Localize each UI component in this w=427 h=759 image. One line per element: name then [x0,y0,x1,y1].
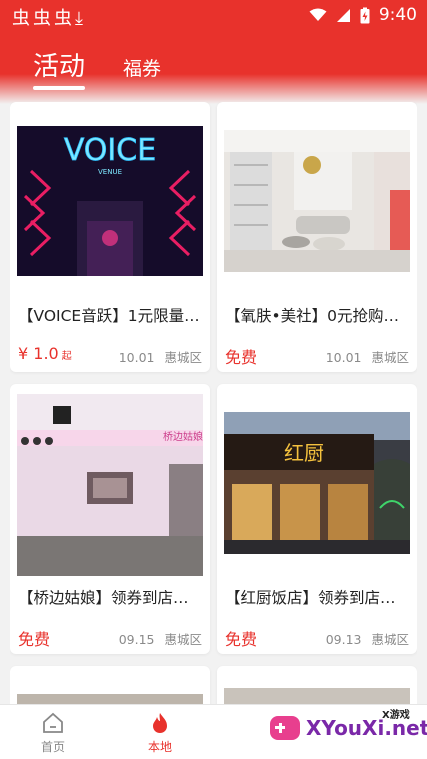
price-suffix: 起 [61,351,72,362]
activity-meta: 10.01 惠城区 [119,347,202,366]
status-bar: 虫虫虫⤓ 9:40 [0,0,427,32]
activity-card[interactable]: VOICE VENUE 【VOICE音跃】1元限量抢购价值... ¥ 1.0起 … [10,102,210,372]
activity-meta: 09.15 惠城区 [119,629,202,648]
activity-card[interactable]: 桥边姑娘 【桥边姑娘】领券到店消费... 免费 09.15 惠城区 [10,384,210,654]
price: 免费 [18,630,51,649]
activity-area: 惠城区 [164,632,202,647]
activity-image: 桥边姑娘 [17,394,203,576]
clock: 9:40 [378,5,417,25]
nav-home-label: 首页 [40,740,65,754]
activity-title: 【氧肤•美社】0元抢购价值... [225,307,410,325]
activity-date: 09.15 [118,632,155,647]
home-icon [43,712,63,733]
activity-image [224,688,410,704]
voice-sign-text: VOICE [64,133,156,168]
venue-sign-text: VENUE [98,168,122,176]
price: 免费 [225,348,258,367]
app-notification-icon: 虫 [33,8,54,29]
battery-icon [360,7,370,23]
tab-activities[interactable]: 活动 [33,46,86,90]
activity-grid: VOICE VENUE 【VOICE音跃】1元限量抢购价值... ¥ 1.0起 … [10,102,417,704]
activity-image: 红厨 [224,412,410,554]
nav-local[interactable]: 本地 [130,711,190,755]
activity-area: 惠城区 [164,350,202,365]
activity-image: VOICE VENUE [17,126,203,276]
activity-card[interactable] [10,666,210,704]
notification-icons: 虫虫虫⤓ [12,4,86,30]
activity-area: 惠城区 [371,350,409,365]
wifi-icon [309,8,327,21]
activity-area: 惠城区 [371,632,409,647]
activity-card[interactable] [217,666,417,704]
activity-date: 10.01 [118,350,155,365]
price: 免费 [225,630,258,649]
activity-title: 【红厨饭店】领券到店消费... [225,589,410,607]
flame-icon [153,713,167,733]
price: ¥ 1.0 起 [18,344,72,363]
restaurant-sign-text: 红厨 [284,441,324,465]
watermark-text: XYouXi.net [306,716,427,740]
signal-icon [336,8,350,22]
shop-sign-text: 桥边姑娘 [163,430,203,443]
app-notification-icon: 虫 [12,8,33,29]
activity-meta: 10.01 惠城区 [326,347,409,366]
app-notification-icon: 虫 [54,8,75,29]
gamepad-icon [270,716,300,740]
activity-card[interactable]: 【氧肤•美社】0元抢购价值... 免费 10.01 惠城区 [217,102,417,372]
activity-date: 10.01 [325,350,362,365]
tab-coupons[interactable]: 福券 [123,54,161,81]
activity-title: 【桥边姑娘】领券到店消费... [18,589,203,607]
nav-local-label: 本地 [147,740,172,754]
activity-meta: 09.13 惠城区 [326,629,409,648]
header: 活动 福券 [0,32,427,104]
activity-title: 【VOICE音跃】1元限量抢购价值... [18,307,203,325]
activity-card[interactable]: 红厨 【红厨饭店】领券到店消费... 免费 09.13 惠城区 [217,384,417,654]
watermark: X游戏 XYouXi.net [270,708,427,756]
download-icon: ⤓ [75,8,86,29]
activity-date: 09.13 [325,632,362,647]
activity-image [224,130,410,272]
nav-home[interactable]: 首页 [23,711,83,755]
activity-image [17,694,203,704]
